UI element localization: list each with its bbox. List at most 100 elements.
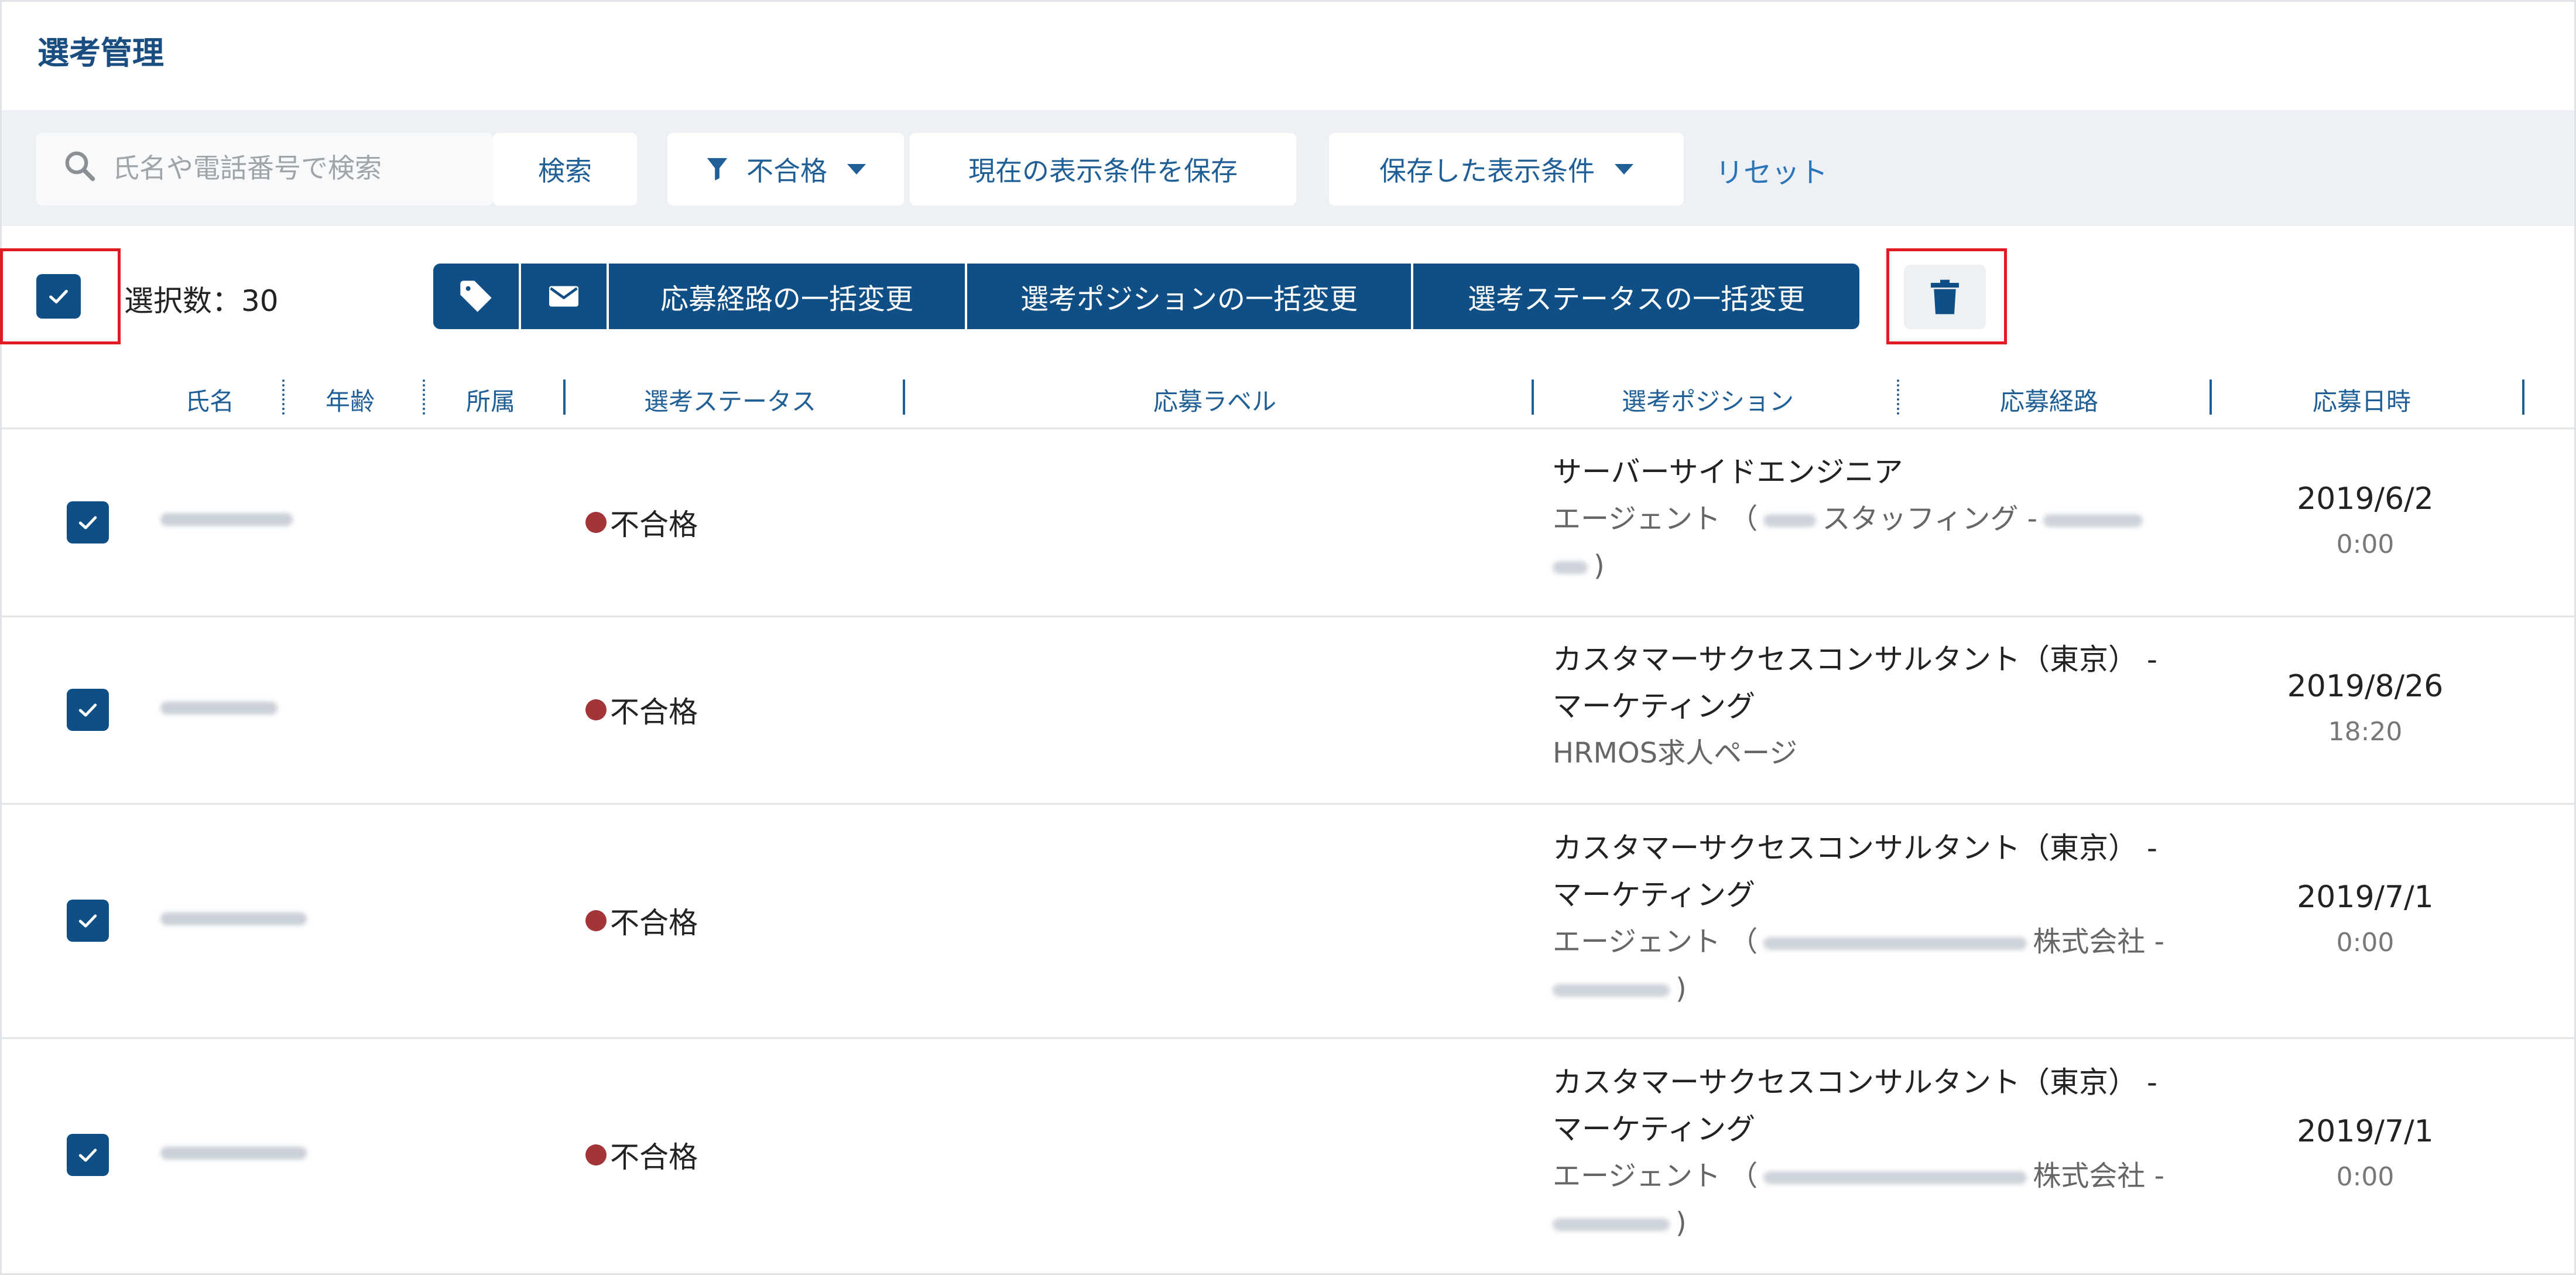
bulk-change-status-button[interactable]: 選考ステータスの一括変更: [1413, 264, 1859, 329]
status-cell: 不合格: [585, 501, 698, 544]
status-dot: [585, 910, 607, 931]
save-conditions-button[interactable]: 現在の表示条件を保存: [910, 133, 1296, 206]
column-separator: [1532, 380, 1534, 415]
application-route-cont: ): [1553, 965, 1687, 1012]
row-checkbox[interactable]: [67, 501, 109, 544]
status-dot: [585, 512, 607, 533]
position-title: カスタマーサクセスコンサルタント（東京） -: [1553, 831, 2157, 865]
status-text: 不合格: [610, 906, 698, 940]
row-divider: [2, 616, 2574, 617]
position-title-cont: マーケティング: [1553, 689, 1755, 723]
application-route-cont: ): [1553, 542, 1605, 589]
application-route-cont: ): [1553, 1199, 1687, 1246]
redacted-name: [160, 912, 307, 925]
status-filter-dropdown[interactable]: 不合格: [667, 133, 904, 206]
redacted-name: [160, 702, 278, 715]
route-prefix: エージェント （: [1553, 925, 1758, 958]
check-icon: [78, 1148, 97, 1162]
bulk-change-position-button[interactable]: 選考ポジションの一括変更: [967, 264, 1413, 329]
reset-link[interactable]: リセット: [1715, 149, 1828, 190]
application-route: エージェント （ 株式会社 -: [1553, 1153, 2164, 1199]
redacted-text: [1763, 1171, 2027, 1184]
application-date: 2019/7/1: [2297, 1114, 2434, 1149]
bulk-change-route-label: 応募経路の一括変更: [660, 283, 913, 316]
bulk-change-position-label: 選考ポジションの一括変更: [1020, 283, 1358, 316]
redacted-text: [1553, 1218, 1670, 1231]
row-checkbox[interactable]: [67, 689, 109, 731]
column-header-datetime[interactable]: 応募日時: [2313, 382, 2411, 418]
redacted-text: [2043, 514, 2143, 527]
column-separator: [2522, 380, 2524, 415]
saved-conditions-label: 保存した表示条件: [1379, 155, 1595, 187]
route-end: ): [1594, 549, 1605, 582]
position-title: カスタマーサクセスコンサルタント（東京） -: [1553, 1065, 2157, 1099]
mail-icon: [549, 286, 578, 307]
application-date: 2019/7/1: [2297, 880, 2434, 915]
column-separator: [903, 380, 905, 415]
status-filter-label: 不合格: [746, 155, 827, 187]
application-route: エージェント （ 株式会社 -: [1553, 918, 2164, 965]
route-end: ): [1676, 972, 1687, 1005]
saved-conditions-dropdown[interactable]: 保存した表示条件: [1329, 133, 1684, 206]
route-prefix: エージェント （: [1553, 1160, 1758, 1192]
row-divider: [2, 1037, 2574, 1039]
application-time: 0:00: [2336, 928, 2395, 958]
column-separator: [563, 380, 566, 415]
application-time: 18:20: [2328, 717, 2403, 747]
highlight-select-all: [0, 248, 121, 344]
row-divider: [2, 803, 2574, 805]
status-cell: 不合格: [585, 689, 698, 731]
column-header-affiliation[interactable]: 所属: [466, 382, 515, 418]
save-conditions-label: 現在の表示条件を保存: [968, 155, 1238, 187]
check-icon: [78, 703, 97, 717]
bulk-email-button[interactable]: [521, 264, 609, 329]
column-separator: [2210, 380, 2212, 415]
status-text: 不合格: [610, 695, 698, 729]
route-middle: 株式会社 -: [2033, 1160, 2164, 1192]
status-text: 不合格: [610, 1140, 698, 1174]
application-route: エージェント （ スタッフィング -: [1553, 495, 2149, 542]
redacted-text: [1553, 984, 1670, 997]
search-button[interactable]: 検索: [493, 133, 637, 206]
column-header-route[interactable]: 応募経路: [2000, 382, 2098, 418]
route-prefix: エージェント （: [1553, 503, 1758, 535]
search-button-label: 検索: [538, 155, 592, 187]
row-checkbox[interactable]: [67, 1134, 109, 1176]
column-header-status[interactable]: 選考ステータス: [644, 382, 816, 418]
application-route: HRMOS求人ページ: [1553, 737, 1798, 770]
column-header-age[interactable]: 年齢: [326, 382, 375, 418]
application-date: 2019/8/26: [2287, 669, 2444, 704]
redacted-text: [1763, 514, 1817, 527]
column-header-label[interactable]: 応募ラベル: [1153, 382, 1276, 418]
status-dot: [585, 1144, 607, 1165]
status-cell: 不合格: [585, 1134, 698, 1176]
route-middle: スタッフィング -: [1822, 503, 2037, 535]
status-cell: 不合格: [585, 900, 698, 942]
highlight-delete: [1886, 248, 2007, 344]
column-separator: [282, 380, 285, 415]
bulk-action-bar: 応募経路の一括変更 選考ポジションの一括変更 選考ステータスの一括変更: [433, 264, 1859, 329]
application-time: 0:00: [2336, 1162, 2395, 1192]
position-title-cont: マーケティング: [1553, 1112, 1755, 1146]
status-dot: [585, 699, 607, 720]
route-end: ): [1676, 1206, 1687, 1239]
redacted-name: [160, 1147, 307, 1160]
column-header-name[interactable]: 氏名: [185, 382, 234, 418]
search-input[interactable]: [111, 147, 482, 189]
bulk-change-route-button[interactable]: 応募経路の一括変更: [609, 264, 967, 329]
check-icon: [78, 914, 97, 928]
position-title: カスタマーサクセスコンサルタント（東京） -: [1553, 642, 2157, 676]
check-icon: [78, 516, 97, 529]
position-title-cont: マーケティング: [1553, 878, 1755, 912]
position-title: サーバーサイドエンジニア: [1553, 455, 1903, 489]
row-checkbox[interactable]: [67, 900, 109, 942]
search-icon: [65, 151, 95, 182]
tag-icon: [460, 281, 492, 312]
column-separator: [423, 380, 425, 415]
route-middle: 株式会社 -: [2033, 925, 2164, 958]
selection-count: 選択数：30: [124, 284, 279, 318]
column-header-position[interactable]: 選考ポジション: [1622, 382, 1794, 418]
bulk-change-status-label: 選考ステータスの一括変更: [1467, 283, 1805, 316]
chevron-down-icon: [847, 164, 866, 175]
bulk-label-button[interactable]: [433, 264, 521, 329]
